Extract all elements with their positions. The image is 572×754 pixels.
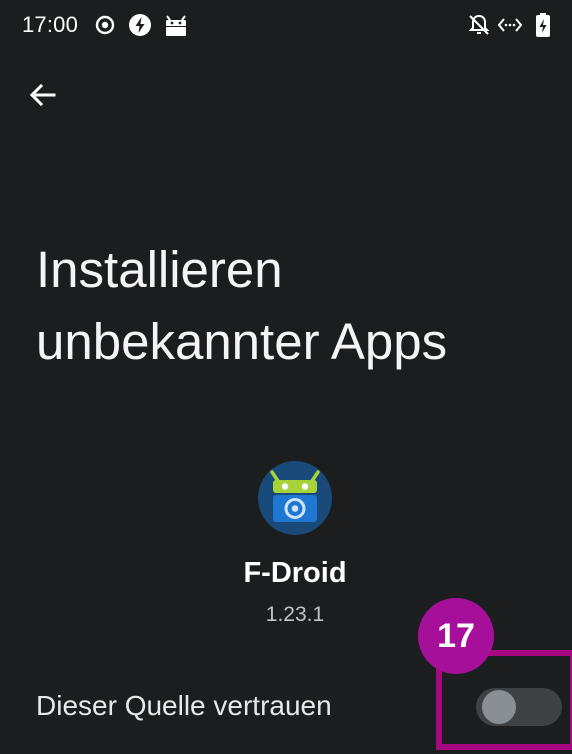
battery-charging-icon	[536, 13, 550, 37]
status-time: 17:00	[22, 12, 79, 37]
data-saver-icon	[497, 18, 523, 32]
record-icon	[95, 15, 115, 35]
notifications-off-icon	[468, 14, 490, 35]
status-bar: 17:00	[0, 0, 572, 50]
flash-icon	[129, 14, 151, 36]
fdroid-app-icon	[258, 461, 332, 535]
app-name: F-Droid	[243, 557, 347, 589]
trust-source-label: Dieser Quelle vertrauen	[36, 690, 332, 721]
annotation-badge: 17	[418, 598, 494, 674]
fdroid-notification-icon	[166, 15, 186, 36]
back-arrow-icon[interactable]	[22, 76, 62, 116]
page-title: Installieren unbekannter Apps	[36, 241, 448, 370]
